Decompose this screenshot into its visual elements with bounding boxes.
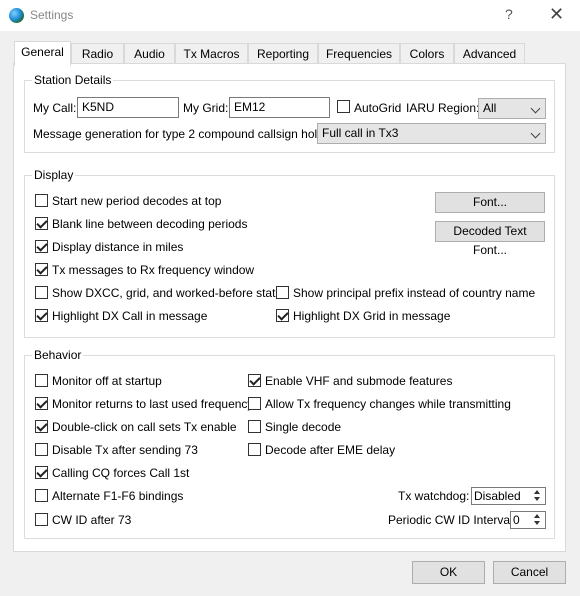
spin-down-icon[interactable]	[534, 521, 540, 525]
station-details-title: Station Details	[32, 73, 114, 87]
checkbox-tx-to-rx[interactable]	[35, 263, 48, 276]
iaru-region-label: IARU Region:	[406, 101, 480, 115]
checkbox-decode-eme[interactable]	[248, 443, 261, 456]
tab-colors[interactable]: Colors	[400, 43, 454, 65]
tab-audio[interactable]: Audio	[124, 43, 175, 65]
chevron-down-icon	[530, 103, 541, 114]
tab-frequencies[interactable]: Frequencies	[318, 43, 400, 65]
checkbox-double-click[interactable]	[35, 420, 48, 433]
autogrid-label: AutoGrid	[354, 101, 402, 115]
behavior-title: Behavior	[32, 348, 84, 362]
label-highlight-dx-call: Highlight DX Call in message	[52, 309, 208, 323]
chevron-down-icon	[530, 128, 541, 139]
label-alternate-bindings: Alternate F1-F6 bindings	[52, 489, 184, 503]
my-grid-label: My Grid:	[183, 101, 229, 115]
spin-down-icon[interactable]	[534, 497, 540, 501]
autogrid-checkbox[interactable]	[337, 100, 350, 113]
checkbox-highlight-dx-call[interactable]	[35, 309, 48, 322]
checkbox-show-dxcc[interactable]	[35, 286, 48, 299]
iaru-region-value: All	[483, 101, 497, 115]
label-show-dxcc: Show DXCC, grid, and worked-before statu…	[52, 286, 289, 300]
label-single-decode: Single decode	[265, 420, 342, 434]
tab-tx-macros[interactable]: Tx Macros	[175, 43, 248, 65]
label-calling-cq: Calling CQ forces Call 1st	[52, 466, 190, 480]
display-group: Display Start new period decodes at top …	[24, 168, 555, 338]
my-call-field[interactable]: K5ND	[77, 97, 179, 118]
spin-up-icon[interactable]	[534, 490, 540, 494]
close-icon[interactable]: ✕	[549, 3, 564, 25]
label-start-new-period: Start new period decodes at top	[52, 194, 222, 208]
tab-general[interactable]: General	[14, 41, 71, 66]
message-generation-select[interactable]: Full call in Tx3	[317, 123, 546, 144]
checkbox-allow-tx-freq[interactable]	[248, 397, 261, 410]
message-generation-label: Message generation for type 2 compound c…	[33, 127, 344, 141]
title-bar: Settings ? ✕	[0, 0, 580, 31]
label-principal-prefix: Show principal prefix instead of country…	[293, 286, 536, 300]
message-generation-value: Full call in Tx3	[322, 126, 399, 140]
label-enable-vhf: Enable VHF and submode features	[265, 374, 453, 388]
label-monitor-off: Monitor off at startup	[52, 374, 162, 388]
checkbox-monitor-off[interactable]	[35, 374, 48, 387]
label-disable-tx-73: Disable Tx after sending 73	[52, 443, 198, 457]
label-decode-eme: Decode after EME delay	[265, 443, 396, 457]
checkbox-enable-vhf[interactable]	[248, 374, 261, 387]
tab-advanced[interactable]: Advanced	[454, 43, 525, 65]
label-tx-to-rx: Tx messages to Rx frequency window	[52, 263, 255, 277]
station-details-group: Station Details My Call: K5ND My Grid: E…	[24, 73, 555, 153]
cw-interval-value: 0	[513, 513, 520, 527]
cw-interval-label: Periodic CW ID Interval:	[388, 513, 517, 527]
decoded-text-font-button[interactable]: Decoded Text Font...	[435, 221, 545, 257]
checkbox-calling-cq[interactable]	[35, 466, 48, 479]
tab-radio[interactable]: Radio	[71, 43, 124, 65]
checkbox-distance-miles[interactable]	[35, 240, 48, 253]
checkbox-blank-line[interactable]	[35, 217, 48, 230]
spin-arrows-icon[interactable]	[531, 513, 544, 527]
cw-interval-spinbox[interactable]: 0	[510, 511, 546, 529]
tx-watchdog-label: Tx watchdog:	[398, 489, 470, 503]
help-button[interactable]: ?	[505, 6, 513, 22]
spin-arrows-icon[interactable]	[531, 489, 544, 503]
checkbox-disable-tx-73[interactable]	[35, 443, 48, 456]
checkbox-highlight-dx-grid[interactable]	[276, 309, 289, 322]
label-highlight-dx-grid: Highlight DX Grid in message	[293, 309, 451, 323]
checkbox-alternate-bindings[interactable]	[35, 489, 48, 502]
tx-watchdog-spinbox[interactable]: Disabled	[471, 487, 546, 505]
my-grid-field[interactable]: EM12	[229, 97, 330, 118]
label-allow-tx-freq: Allow Tx frequency changes while transmi…	[265, 397, 511, 411]
window-title: Settings	[30, 8, 74, 22]
checkbox-start-new-period[interactable]	[35, 194, 48, 207]
ok-button[interactable]: OK	[412, 561, 485, 584]
spin-up-icon[interactable]	[534, 514, 540, 518]
label-double-click: Double-click on call sets Tx enable	[52, 420, 237, 434]
tx-watchdog-value: Disabled	[474, 489, 521, 503]
label-blank-line: Blank line between decoding periods	[52, 217, 248, 231]
behavior-group: Behavior Monitor off at startup Enable V…	[24, 348, 555, 539]
checkbox-single-decode[interactable]	[248, 420, 261, 433]
tab-reporting[interactable]: Reporting	[248, 43, 318, 65]
display-title: Display	[32, 168, 76, 182]
cancel-button[interactable]: Cancel	[493, 561, 566, 584]
checkbox-monitor-returns[interactable]	[35, 397, 48, 410]
checkbox-principal-prefix[interactable]	[276, 286, 289, 299]
app-globe-icon	[9, 8, 24, 23]
general-panel: Station Details My Call: K5ND My Grid: E…	[13, 63, 566, 552]
font-button[interactable]: Font...	[435, 192, 545, 213]
label-distance-miles: Display distance in miles	[52, 240, 184, 254]
my-call-label: My Call:	[33, 101, 77, 115]
iaru-region-select[interactable]: All	[478, 98, 546, 119]
label-cw-id: CW ID after 73	[52, 513, 132, 527]
checkbox-cw-id[interactable]	[35, 513, 48, 526]
label-monitor-returns: Monitor returns to last used frequency	[52, 397, 254, 411]
